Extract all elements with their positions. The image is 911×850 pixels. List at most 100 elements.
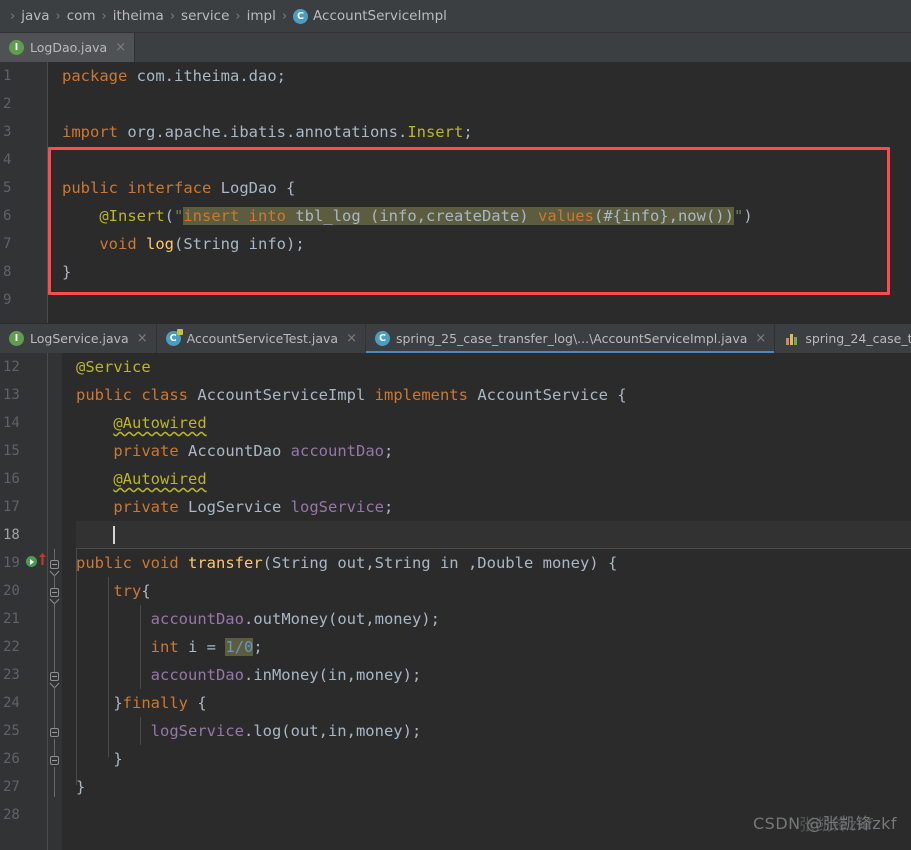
code-line-current [76,521,911,549]
line-number: 25 [3,723,20,739]
bottom-editor-gutter[interactable]: 12 13 14 15 16 17 18 19 20 21 22 23 24 2… [0,353,48,850]
code-line: }finally { [113,694,207,712]
code-line: @Autowired [113,470,207,488]
code-line: @Insert("insert into tbl_log (info,creat… [99,207,753,225]
line-number: 21 [3,611,20,627]
class-icon: C [293,8,309,24]
tab-jdbc-properties[interactable]: spring_24_case_transfer\...\jdbc.p [775,324,911,353]
breadcrumb-item-service[interactable]: service [181,8,229,24]
breadcrumb-item-impl[interactable]: impl [247,8,276,24]
tab-accountserviceimpl-java[interactable]: C spring_25_case_transfer_log\...\Accoun… [365,324,776,353]
breadcrumb: › java › com › itheima › service › impl … [0,0,911,33]
line-number: 24 [3,695,20,711]
line-number: 8 [3,264,12,280]
fold-line [54,687,55,728]
line-number: 23 [3,667,20,683]
code-line: int i = 1/0; [150,638,263,656]
line-number: 12 [3,359,20,375]
code-line: public class AccountServiceImpl implemen… [76,386,627,404]
top-editor-code[interactable]: package com.itheima.dao; import org.apac… [48,62,911,323]
code-line: package com.itheima.dao; [62,67,286,85]
breadcrumb-item-java[interactable]: java [21,8,49,24]
code-line: } [76,778,86,796]
line-number: 16 [3,471,20,487]
line-number: 27 [3,779,20,795]
line-number: 26 [3,751,20,767]
code-line: public interface LogDao { [62,179,296,197]
tab-label: LogService.java [30,331,129,346]
code-line: void log(String info); [99,235,305,253]
line-number: 1 [3,68,12,84]
text-caret [113,526,116,544]
code-line: private LogService logService; [113,498,394,516]
line-number-current: 18 [3,527,20,543]
bottom-editor-tabstrip: I LogService.java × C AccountServiceTest… [0,323,911,353]
line-number: 4 [3,152,12,168]
test-badge-icon [176,329,183,335]
properties-icon [784,331,799,346]
fold-line [54,739,55,756]
breadcrumb-separator: › [281,8,288,24]
line-number: 14 [3,415,20,431]
close-icon[interactable]: × [755,332,766,345]
code-line: @Autowired [113,414,207,432]
run-method-icon[interactable] [26,556,37,567]
breadcrumb-separator: › [169,8,176,24]
tab-label: spring_25_case_transfer_log\...\AccountS… [395,331,748,346]
line-number: 9 [3,292,12,308]
line-number: 20 [3,583,20,599]
indent-guide [108,577,109,757]
tab-label: LogDao.java [30,40,108,55]
code-line: } [113,750,123,768]
code-line: accountDao.inMoney(in,money); [150,666,422,684]
line-number: 5 [3,180,12,196]
code-line: @Service [76,358,151,376]
code-line: private AccountDao accountDao; [113,442,394,460]
close-icon[interactable]: × [115,41,126,54]
breadcrumb-item-accountserviceimpl[interactable]: C AccountServiceImpl [293,8,447,24]
csdn-watermark: CSDN @张凯锋zkf 张凯锋zkf [753,810,897,834]
breadcrumb-separator: › [101,8,107,24]
line-number: 7 [3,236,12,252]
implementing-method-arrow-icon[interactable] [38,552,47,565]
close-icon[interactable]: × [137,332,148,345]
fold-marker-collapse[interactable] [50,756,59,765]
breadcrumb-separator: › [55,8,61,24]
interface-icon: I [9,40,24,55]
bottom-editor-pane[interactable]: 12 13 14 15 16 17 18 19 20 21 22 23 24 2… [0,353,911,850]
fold-marker-collapse[interactable] [50,728,59,737]
code-folding-column[interactable] [48,353,62,850]
line-number: 6 [3,208,12,224]
bottom-editor-code[interactable]: @Service public class AccountServiceImpl… [62,353,911,850]
breadcrumb-separator: › [10,8,16,24]
tab-logdao-java[interactable]: I LogDao.java × [0,33,136,62]
breadcrumb-item-com[interactable]: com [67,8,96,24]
top-editor-pane[interactable]: 1 2 3 4 5 6 7 8 9 package com.itheima.da… [0,62,911,323]
top-editor-tabstrip: I LogDao.java × [0,33,911,62]
tab-accountservicetest-java[interactable]: C AccountServiceTest.java × [157,324,366,353]
code-line: try{ [113,582,151,600]
breadcrumb-separator: › [235,8,241,24]
breadcrumb-item-itheima[interactable]: itheima [113,8,164,24]
indent-guide [140,605,141,689]
breadcrumb-item-label: AccountServiceImpl [313,8,447,24]
line-number: 22 [3,639,20,655]
tab-label: AccountServiceTest.java [186,331,339,346]
indent-guide [76,549,77,785]
top-editor-gutter[interactable]: 1 2 3 4 5 6 7 8 9 [0,62,48,323]
watermark-author-shadow: 张凯锋zkf [798,815,874,834]
fold-line [54,549,55,560]
code-line: import org.apache.ibatis.annotations.Ins… [62,123,473,141]
close-icon[interactable]: × [346,332,357,345]
code-line: } [62,263,72,281]
fold-line [54,603,55,672]
line-number: 17 [3,499,20,515]
tab-logservice-java[interactable]: I LogService.java × [0,324,157,353]
code-line: accountDao.outMoney(out,money); [150,610,440,628]
idea-window: › java › com › itheima › service › impl … [0,0,911,850]
line-number: 3 [3,124,12,140]
line-number: 15 [3,443,20,459]
